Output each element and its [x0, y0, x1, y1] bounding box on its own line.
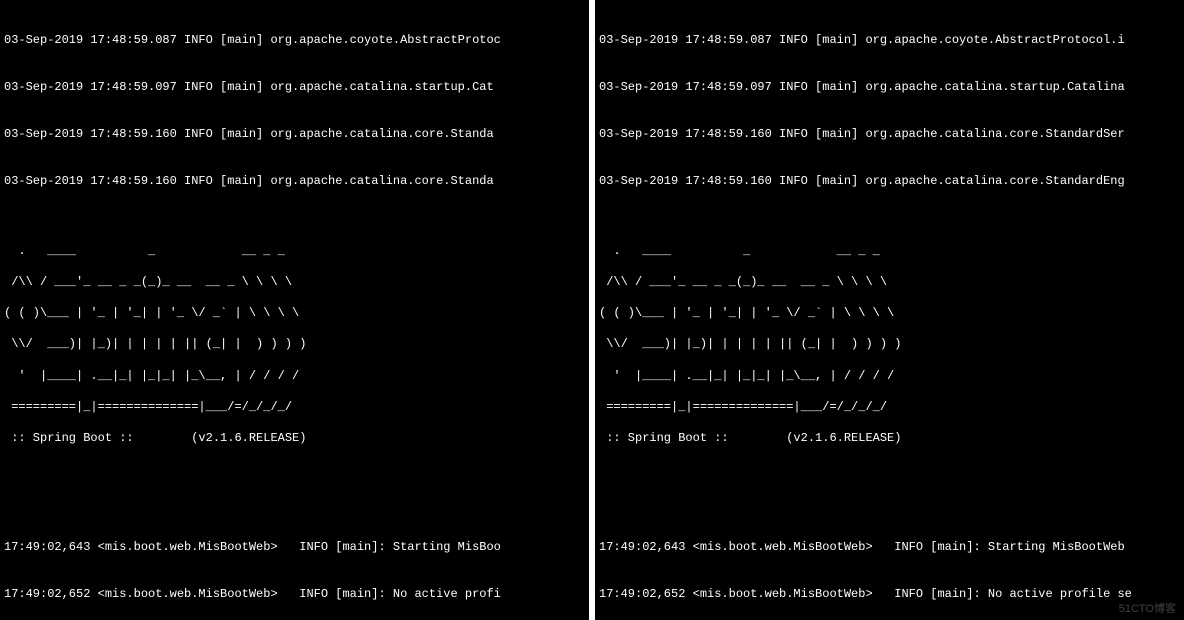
- log-line: 03-Sep-2019 17:48:59.087 INFO [main] org…: [599, 33, 1180, 49]
- watermark-label: 51CTO博客: [1119, 602, 1176, 616]
- log-line: 17:49:02,643 <mis.boot.web.MisBootWeb> I…: [599, 540, 1180, 556]
- log-line: 03-Sep-2019 17:48:59.087 INFO [main] org…: [4, 33, 585, 49]
- log-line: 03-Sep-2019 17:48:59.160 INFO [main] org…: [4, 127, 585, 143]
- log-line: 03-Sep-2019 17:48:59.160 INFO [main] org…: [599, 174, 1180, 190]
- right-terminal-pane[interactable]: 03-Sep-2019 17:48:59.087 INFO [main] org…: [595, 0, 1184, 620]
- log-line: 17:49:02,643 <mis.boot.web.MisBootWeb> I…: [4, 540, 585, 556]
- log-line: 03-Sep-2019 17:48:59.097 INFO [main] org…: [599, 80, 1180, 96]
- log-line: 03-Sep-2019 17:48:59.097 INFO [main] org…: [4, 80, 585, 96]
- log-line: 03-Sep-2019 17:48:59.160 INFO [main] org…: [599, 127, 1180, 143]
- log-line: 17:49:02,652 <mis.boot.web.MisBootWeb> I…: [599, 587, 1180, 603]
- log-line: 03-Sep-2019 17:48:59.160 INFO [main] org…: [4, 174, 585, 190]
- spring-boot-banner: . ____ _ __ _ _ /\\ / ___'_ __ _ _(_)_ _…: [599, 228, 1180, 478]
- log-line: 17:49:02,652 <mis.boot.web.MisBootWeb> I…: [4, 587, 585, 603]
- left-terminal-pane[interactable]: 03-Sep-2019 17:48:59.087 INFO [main] org…: [0, 0, 589, 620]
- spring-boot-banner: . ____ _ __ _ _ /\\ / ___'_ __ _ _(_)_ _…: [4, 228, 585, 478]
